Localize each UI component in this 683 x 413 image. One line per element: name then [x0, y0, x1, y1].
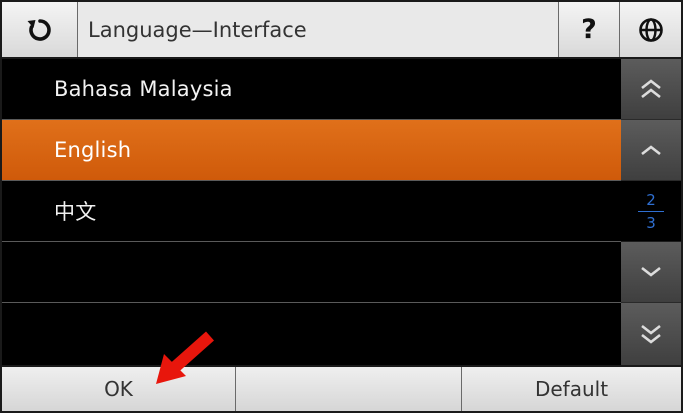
scroll-up-button[interactable]: [621, 120, 681, 181]
down-icon: [641, 266, 661, 277]
total-pages: 3: [646, 213, 656, 232]
page-title: Language—Interface: [78, 2, 559, 57]
language-item-label: 中文: [54, 200, 97, 224]
scroll-column: 2 3: [621, 59, 681, 365]
scroll-last-page-button[interactable]: [621, 303, 681, 365]
language-list: Bahasa Malaysia English 中文: [2, 59, 621, 365]
help-button[interactable]: ?: [559, 2, 620, 57]
double-down-icon: [641, 324, 661, 344]
back-button[interactable]: [2, 2, 78, 57]
language-item-chinese[interactable]: 中文: [2, 181, 621, 242]
annotation-arrow-icon: [156, 331, 214, 384]
language-item-label: Bahasa Malaysia: [54, 77, 233, 101]
help-icon: ?: [581, 14, 597, 45]
scroll-first-page-button[interactable]: [621, 59, 681, 120]
footer-bar: OK Default: [2, 365, 681, 411]
page-indicator: 2 3: [621, 181, 681, 241]
globe-icon: [638, 17, 663, 42]
language-item-bahasa-malaysia[interactable]: Bahasa Malaysia: [2, 59, 621, 120]
default-button[interactable]: Default: [462, 367, 681, 411]
touch-panel-screen: Language—Interface ? Bahasa Malaysia Eng…: [0, 0, 683, 413]
empty-footer-button: [236, 367, 462, 411]
scroll-down-button[interactable]: [621, 242, 681, 303]
up-icon: [641, 145, 661, 156]
language-item-english[interactable]: English: [2, 120, 621, 181]
language-item-label: English: [54, 138, 132, 162]
double-up-icon: [641, 79, 661, 99]
page-divider: [638, 210, 664, 212]
language-item-empty: [2, 303, 621, 365]
language-globe-button[interactable]: [620, 2, 681, 57]
header-bar: Language—Interface ?: [2, 2, 681, 59]
refresh-back-icon: [27, 18, 51, 41]
current-page: 2: [646, 190, 656, 209]
language-item-empty: [2, 242, 621, 303]
